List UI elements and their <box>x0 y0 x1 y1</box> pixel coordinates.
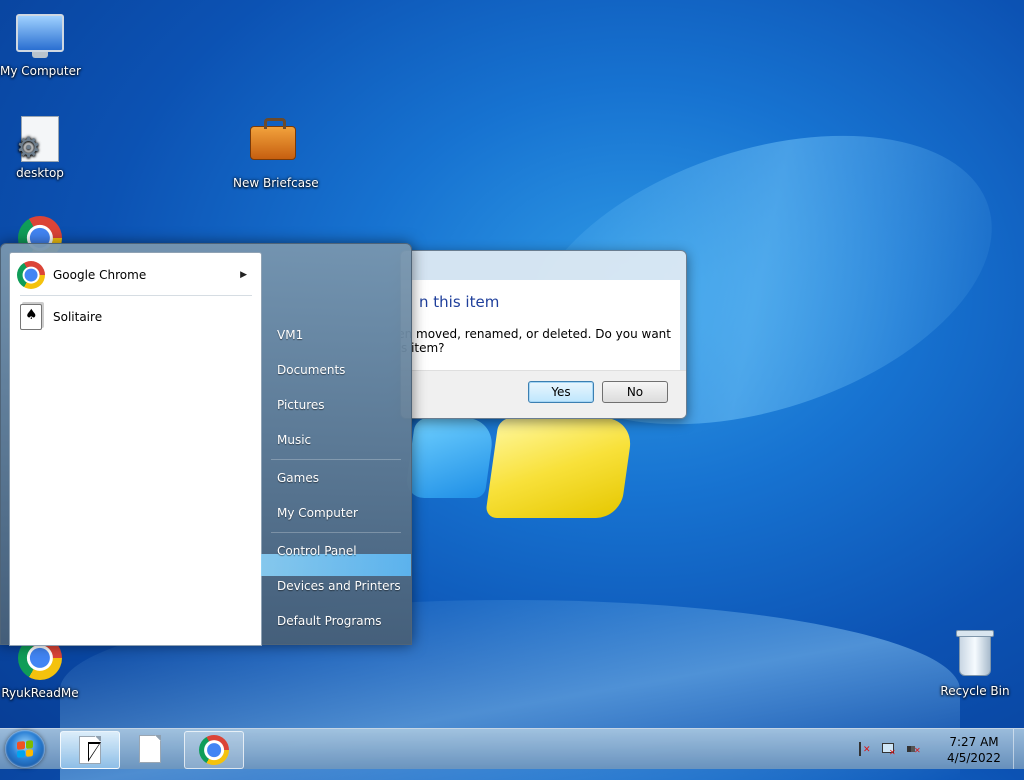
place-default-programs[interactable]: Default Programs <box>277 614 382 628</box>
mouse-pointer-icon <box>88 742 101 762</box>
action-center-flag-icon[interactable] <box>857 742 871 756</box>
place-vm1[interactable]: VM1 <box>277 328 303 342</box>
desktop-icon-label: RyukReadMe <box>1 686 79 700</box>
divider <box>20 295 252 296</box>
dialog-message-line: been moved, renamed, or deleted. Do you … <box>400 327 671 341</box>
show-desktop-button[interactable] <box>1013 729 1024 769</box>
divider <box>271 459 401 460</box>
dialog-message-line: s item? <box>401 341 445 355</box>
start-menu-programs-pane: Google Chrome ▶ Solitaire <box>9 252 262 646</box>
taskbar-button-document[interactable] <box>121 731 179 767</box>
wallpaper-logo-pane <box>404 418 496 498</box>
place-music[interactable]: Music <box>277 433 311 447</box>
start-menu: Google Chrome ▶ Solitaire VM1 Documents … <box>0 243 412 646</box>
volume-muted-icon[interactable] <box>906 742 921 756</box>
computer-icon <box>16 14 64 62</box>
place-devices-and-printers[interactable]: Devices and Printers <box>277 579 401 593</box>
desktop-icon-my-computer[interactable]: My Computer <box>0 10 81 78</box>
chrome-icon <box>199 735 229 765</box>
desktop-icon-recycle-bin[interactable]: Recycle Bin <box>935 630 1015 698</box>
clock[interactable]: 7:27 AM 4/5/2022 <box>934 734 1014 766</box>
no-button[interactable]: No <box>602 381 668 403</box>
yes-button[interactable]: Yes <box>528 381 594 403</box>
submenu-arrow-icon[interactable]: ▶ <box>240 270 247 280</box>
place-control-panel[interactable]: Control Panel <box>277 544 357 558</box>
desktop-icon-label: New Briefcase <box>233 176 319 190</box>
chrome-icon <box>13 261 49 289</box>
settings-file-icon <box>16 116 64 164</box>
briefcase-icon <box>249 118 297 174</box>
dialog-message: been moved, renamed, or deleted. Do you … <box>400 327 671 355</box>
program-label: Solitaire <box>53 310 103 324</box>
place-games[interactable]: Games <box>277 471 319 485</box>
desktop-icon-label: My Computer <box>0 64 81 78</box>
program-label: Google Chrome <box>53 268 147 282</box>
windows-logo-icon <box>17 740 33 758</box>
program-google-chrome[interactable]: Google Chrome ▶ <box>13 257 257 293</box>
network-disconnected-icon[interactable] <box>881 742 896 757</box>
taskbar: 7:27 AM 4/5/2022 <box>0 728 1024 769</box>
solitaire-icon <box>13 304 49 330</box>
dialog-heading: n this item <box>419 293 500 311</box>
place-my-computer[interactable]: My Computer <box>277 506 358 520</box>
divider <box>271 532 401 533</box>
desktop-icon-label: Recycle Bin <box>940 684 1010 698</box>
desktop-icon-desktop[interactable]: desktop <box>0 114 80 180</box>
system-tray: 7:27 AM 4/5/2022 <box>854 729 1024 769</box>
problem-with-shortcut-dialog: n this item been moved, renamed, or dele… <box>400 250 687 419</box>
clock-time: 7:27 AM <box>949 735 999 749</box>
taskbar-button-chrome[interactable] <box>184 731 244 769</box>
clock-date: 4/5/2022 <box>947 751 1001 765</box>
document-icon <box>139 735 161 763</box>
wallpaper-logo-pane <box>484 418 635 518</box>
recycle-bin-icon <box>951 630 999 682</box>
program-solitaire[interactable]: Solitaire <box>13 299 257 335</box>
place-documents[interactable]: Documents <box>277 363 345 377</box>
place-pictures[interactable]: Pictures <box>277 398 325 412</box>
start-button[interactable] <box>5 730 45 768</box>
desktop-icon-label: desktop <box>16 166 64 180</box>
desktop-icon-new-briefcase[interactable]: New Briefcase <box>233 114 319 190</box>
start-menu-places-pane: VM1 Documents Pictures Music Games My Co… <box>261 244 411 644</box>
